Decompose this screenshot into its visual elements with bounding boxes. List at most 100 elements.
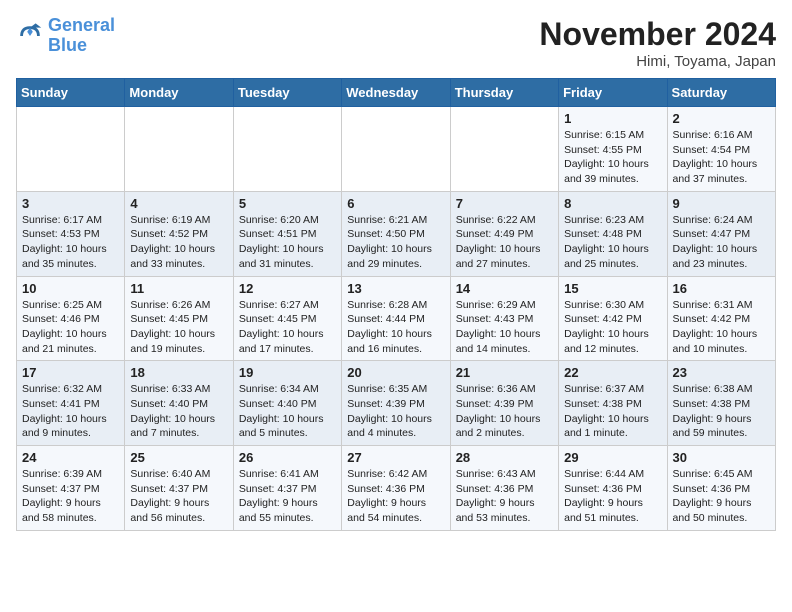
calendar-day-cell: 1Sunrise: 6:15 AM Sunset: 4:55 PM Daylig… xyxy=(559,107,667,192)
day-number: 1 xyxy=(564,111,661,126)
day-info: Sunrise: 6:26 AM Sunset: 4:45 PM Dayligh… xyxy=(130,298,227,357)
weekday-header: Tuesday xyxy=(233,79,341,107)
day-number: 6 xyxy=(347,196,444,211)
calendar-day-cell xyxy=(233,107,341,192)
day-info: Sunrise: 6:37 AM Sunset: 4:38 PM Dayligh… xyxy=(564,382,661,441)
calendar-day-cell: 19 Sunrise: 6:34 AM Sunset: 4:40 PM Dayli… xyxy=(233,361,341,446)
calendar-day-cell: 2 Sunrise: 6:16 AM Sunset: 4:54 PM Daylig… xyxy=(667,107,775,192)
day-info: Sunrise: 6:19 AM Sunset: 4:52 PM Dayligh… xyxy=(130,213,227,272)
calendar-week-row: 10Sunrise: 6:25 AM Sunset: 4:46 PM Dayli… xyxy=(17,276,776,361)
calendar-day-cell: 16 Sunrise: 6:31 AM Sunset: 4:42 PM Dayli… xyxy=(667,276,775,361)
weekday-header: Monday xyxy=(125,79,233,107)
calendar-week-row: 3 Sunrise: 6:17 AM Sunset: 4:53 PM Daylig… xyxy=(17,191,776,276)
calendar-day-cell: 27Sunrise: 6:42 AM Sunset: 4:36 PM Dayli… xyxy=(342,446,450,531)
day-info: Sunrise: 6:34 AM Sunset: 4:40 PM Dayligh… xyxy=(239,382,336,441)
day-info: Sunrise: 6:45 AM Sunset: 4:36 PM Dayligh… xyxy=(673,467,770,526)
day-number: 15 xyxy=(564,281,661,296)
day-number: 13 xyxy=(347,281,444,296)
calendar-day-cell: 5 Sunrise: 6:20 AM Sunset: 4:51 PM Daylig… xyxy=(233,191,341,276)
calendar-day-cell: 12 Sunrise: 6:27 AM Sunset: 4:45 PM Dayli… xyxy=(233,276,341,361)
month-title: November 2024 xyxy=(539,16,776,53)
day-info: Sunrise: 6:30 AM Sunset: 4:42 PM Dayligh… xyxy=(564,298,661,357)
calendar-day-cell: 8 Sunrise: 6:23 AM Sunset: 4:48 PM Daylig… xyxy=(559,191,667,276)
calendar-day-cell: 14 Sunrise: 6:29 AM Sunset: 4:43 PM Dayli… xyxy=(450,276,558,361)
day-number: 12 xyxy=(239,281,336,296)
calendar-week-row: 24Sunrise: 6:39 AM Sunset: 4:37 PM Dayli… xyxy=(17,446,776,531)
calendar-day-cell: 3 Sunrise: 6:17 AM Sunset: 4:53 PM Daylig… xyxy=(17,191,125,276)
calendar-day-cell: 17 Sunrise: 6:32 AM Sunset: 4:41 PM Dayli… xyxy=(17,361,125,446)
day-number: 24 xyxy=(22,450,119,465)
calendar-day-cell: 21Sunrise: 6:36 AM Sunset: 4:39 PM Dayli… xyxy=(450,361,558,446)
location: Himi, Toyama, Japan xyxy=(539,53,776,70)
day-number: 25 xyxy=(130,450,227,465)
calendar-day-cell: 23 Sunrise: 6:38 AM Sunset: 4:38 PM Dayli… xyxy=(667,361,775,446)
day-number: 7 xyxy=(456,196,553,211)
day-number: 3 xyxy=(22,196,119,211)
day-number: 18 xyxy=(130,365,227,380)
calendar-header-row: SundayMondayTuesdayWednesdayThursdayFrid… xyxy=(17,79,776,107)
day-number: 2 xyxy=(673,111,770,126)
day-info: Sunrise: 6:23 AM Sunset: 4:48 PM Dayligh… xyxy=(564,213,661,272)
day-number: 29 xyxy=(564,450,661,465)
calendar-day-cell: 9 Sunrise: 6:24 AM Sunset: 4:47 PM Daylig… xyxy=(667,191,775,276)
weekday-header: Friday xyxy=(559,79,667,107)
logo-icon xyxy=(16,22,44,50)
day-info: Sunrise: 6:16 AM Sunset: 4:54 PM Dayligh… xyxy=(673,128,770,187)
day-info: Sunrise: 6:22 AM Sunset: 4:49 PM Dayligh… xyxy=(456,213,553,272)
day-number: 26 xyxy=(239,450,336,465)
day-number: 8 xyxy=(564,196,661,211)
calendar-day-cell: 26 Sunrise: 6:41 AM Sunset: 4:37 PM Dayli… xyxy=(233,446,341,531)
day-number: 4 xyxy=(130,196,227,211)
day-number: 5 xyxy=(239,196,336,211)
day-number: 14 xyxy=(456,281,553,296)
calendar-day-cell: 30 Sunrise: 6:45 AM Sunset: 4:36 PM Dayli… xyxy=(667,446,775,531)
day-info: Sunrise: 6:17 AM Sunset: 4:53 PM Dayligh… xyxy=(22,213,119,272)
calendar-day-cell: 24Sunrise: 6:39 AM Sunset: 4:37 PM Dayli… xyxy=(17,446,125,531)
calendar-day-cell xyxy=(342,107,450,192)
calendar-day-cell: 25Sunrise: 6:40 AM Sunset: 4:37 PM Dayli… xyxy=(125,446,233,531)
day-number: 20 xyxy=(347,365,444,380)
calendar-day-cell: 20Sunrise: 6:35 AM Sunset: 4:39 PM Dayli… xyxy=(342,361,450,446)
day-info: Sunrise: 6:24 AM Sunset: 4:47 PM Dayligh… xyxy=(673,213,770,272)
day-number: 28 xyxy=(456,450,553,465)
weekday-header: Sunday xyxy=(17,79,125,107)
day-info: Sunrise: 6:33 AM Sunset: 4:40 PM Dayligh… xyxy=(130,382,227,441)
day-number: 9 xyxy=(673,196,770,211)
calendar-day-cell xyxy=(17,107,125,192)
calendar-day-cell xyxy=(125,107,233,192)
logo: General Blue xyxy=(16,16,115,56)
day-info: Sunrise: 6:29 AM Sunset: 4:43 PM Dayligh… xyxy=(456,298,553,357)
day-info: Sunrise: 6:27 AM Sunset: 4:45 PM Dayligh… xyxy=(239,298,336,357)
day-number: 16 xyxy=(673,281,770,296)
calendar-day-cell: 6Sunrise: 6:21 AM Sunset: 4:50 PM Daylig… xyxy=(342,191,450,276)
day-info: Sunrise: 6:44 AM Sunset: 4:36 PM Dayligh… xyxy=(564,467,661,526)
calendar-day-cell xyxy=(450,107,558,192)
day-number: 17 xyxy=(22,365,119,380)
day-number: 19 xyxy=(239,365,336,380)
day-info: Sunrise: 6:36 AM Sunset: 4:39 PM Dayligh… xyxy=(456,382,553,441)
day-info: Sunrise: 6:28 AM Sunset: 4:44 PM Dayligh… xyxy=(347,298,444,357)
logo-text: General Blue xyxy=(48,16,115,56)
day-info: Sunrise: 6:32 AM Sunset: 4:41 PM Dayligh… xyxy=(22,382,119,441)
calendar-day-cell: 28 Sunrise: 6:43 AM Sunset: 4:36 PM Dayli… xyxy=(450,446,558,531)
day-info: Sunrise: 6:25 AM Sunset: 4:46 PM Dayligh… xyxy=(22,298,119,357)
calendar-day-cell: 11Sunrise: 6:26 AM Sunset: 4:45 PM Dayli… xyxy=(125,276,233,361)
day-number: 23 xyxy=(673,365,770,380)
day-info: Sunrise: 6:41 AM Sunset: 4:37 PM Dayligh… xyxy=(239,467,336,526)
title-block: November 2024 Himi, Toyama, Japan xyxy=(539,16,776,70)
calendar-table: SundayMondayTuesdayWednesdayThursdayFrid… xyxy=(16,78,776,531)
page-header: General Blue November 2024 Himi, Toyama,… xyxy=(16,16,776,70)
day-info: Sunrise: 6:38 AM Sunset: 4:38 PM Dayligh… xyxy=(673,382,770,441)
calendar-week-row: 1Sunrise: 6:15 AM Sunset: 4:55 PM Daylig… xyxy=(17,107,776,192)
calendar-day-cell: 4 Sunrise: 6:19 AM Sunset: 4:52 PM Daylig… xyxy=(125,191,233,276)
day-info: Sunrise: 6:20 AM Sunset: 4:51 PM Dayligh… xyxy=(239,213,336,272)
weekday-header: Thursday xyxy=(450,79,558,107)
calendar-day-cell: 18 Sunrise: 6:33 AM Sunset: 4:40 PM Dayli… xyxy=(125,361,233,446)
day-info: Sunrise: 6:31 AM Sunset: 4:42 PM Dayligh… xyxy=(673,298,770,357)
day-number: 30 xyxy=(673,450,770,465)
day-info: Sunrise: 6:42 AM Sunset: 4:36 PM Dayligh… xyxy=(347,467,444,526)
calendar-day-cell: 10Sunrise: 6:25 AM Sunset: 4:46 PM Dayli… xyxy=(17,276,125,361)
calendar-day-cell: 13 Sunrise: 6:28 AM Sunset: 4:44 PM Dayli… xyxy=(342,276,450,361)
day-info: Sunrise: 6:43 AM Sunset: 4:36 PM Dayligh… xyxy=(456,467,553,526)
calendar-day-cell: 22Sunrise: 6:37 AM Sunset: 4:38 PM Dayli… xyxy=(559,361,667,446)
